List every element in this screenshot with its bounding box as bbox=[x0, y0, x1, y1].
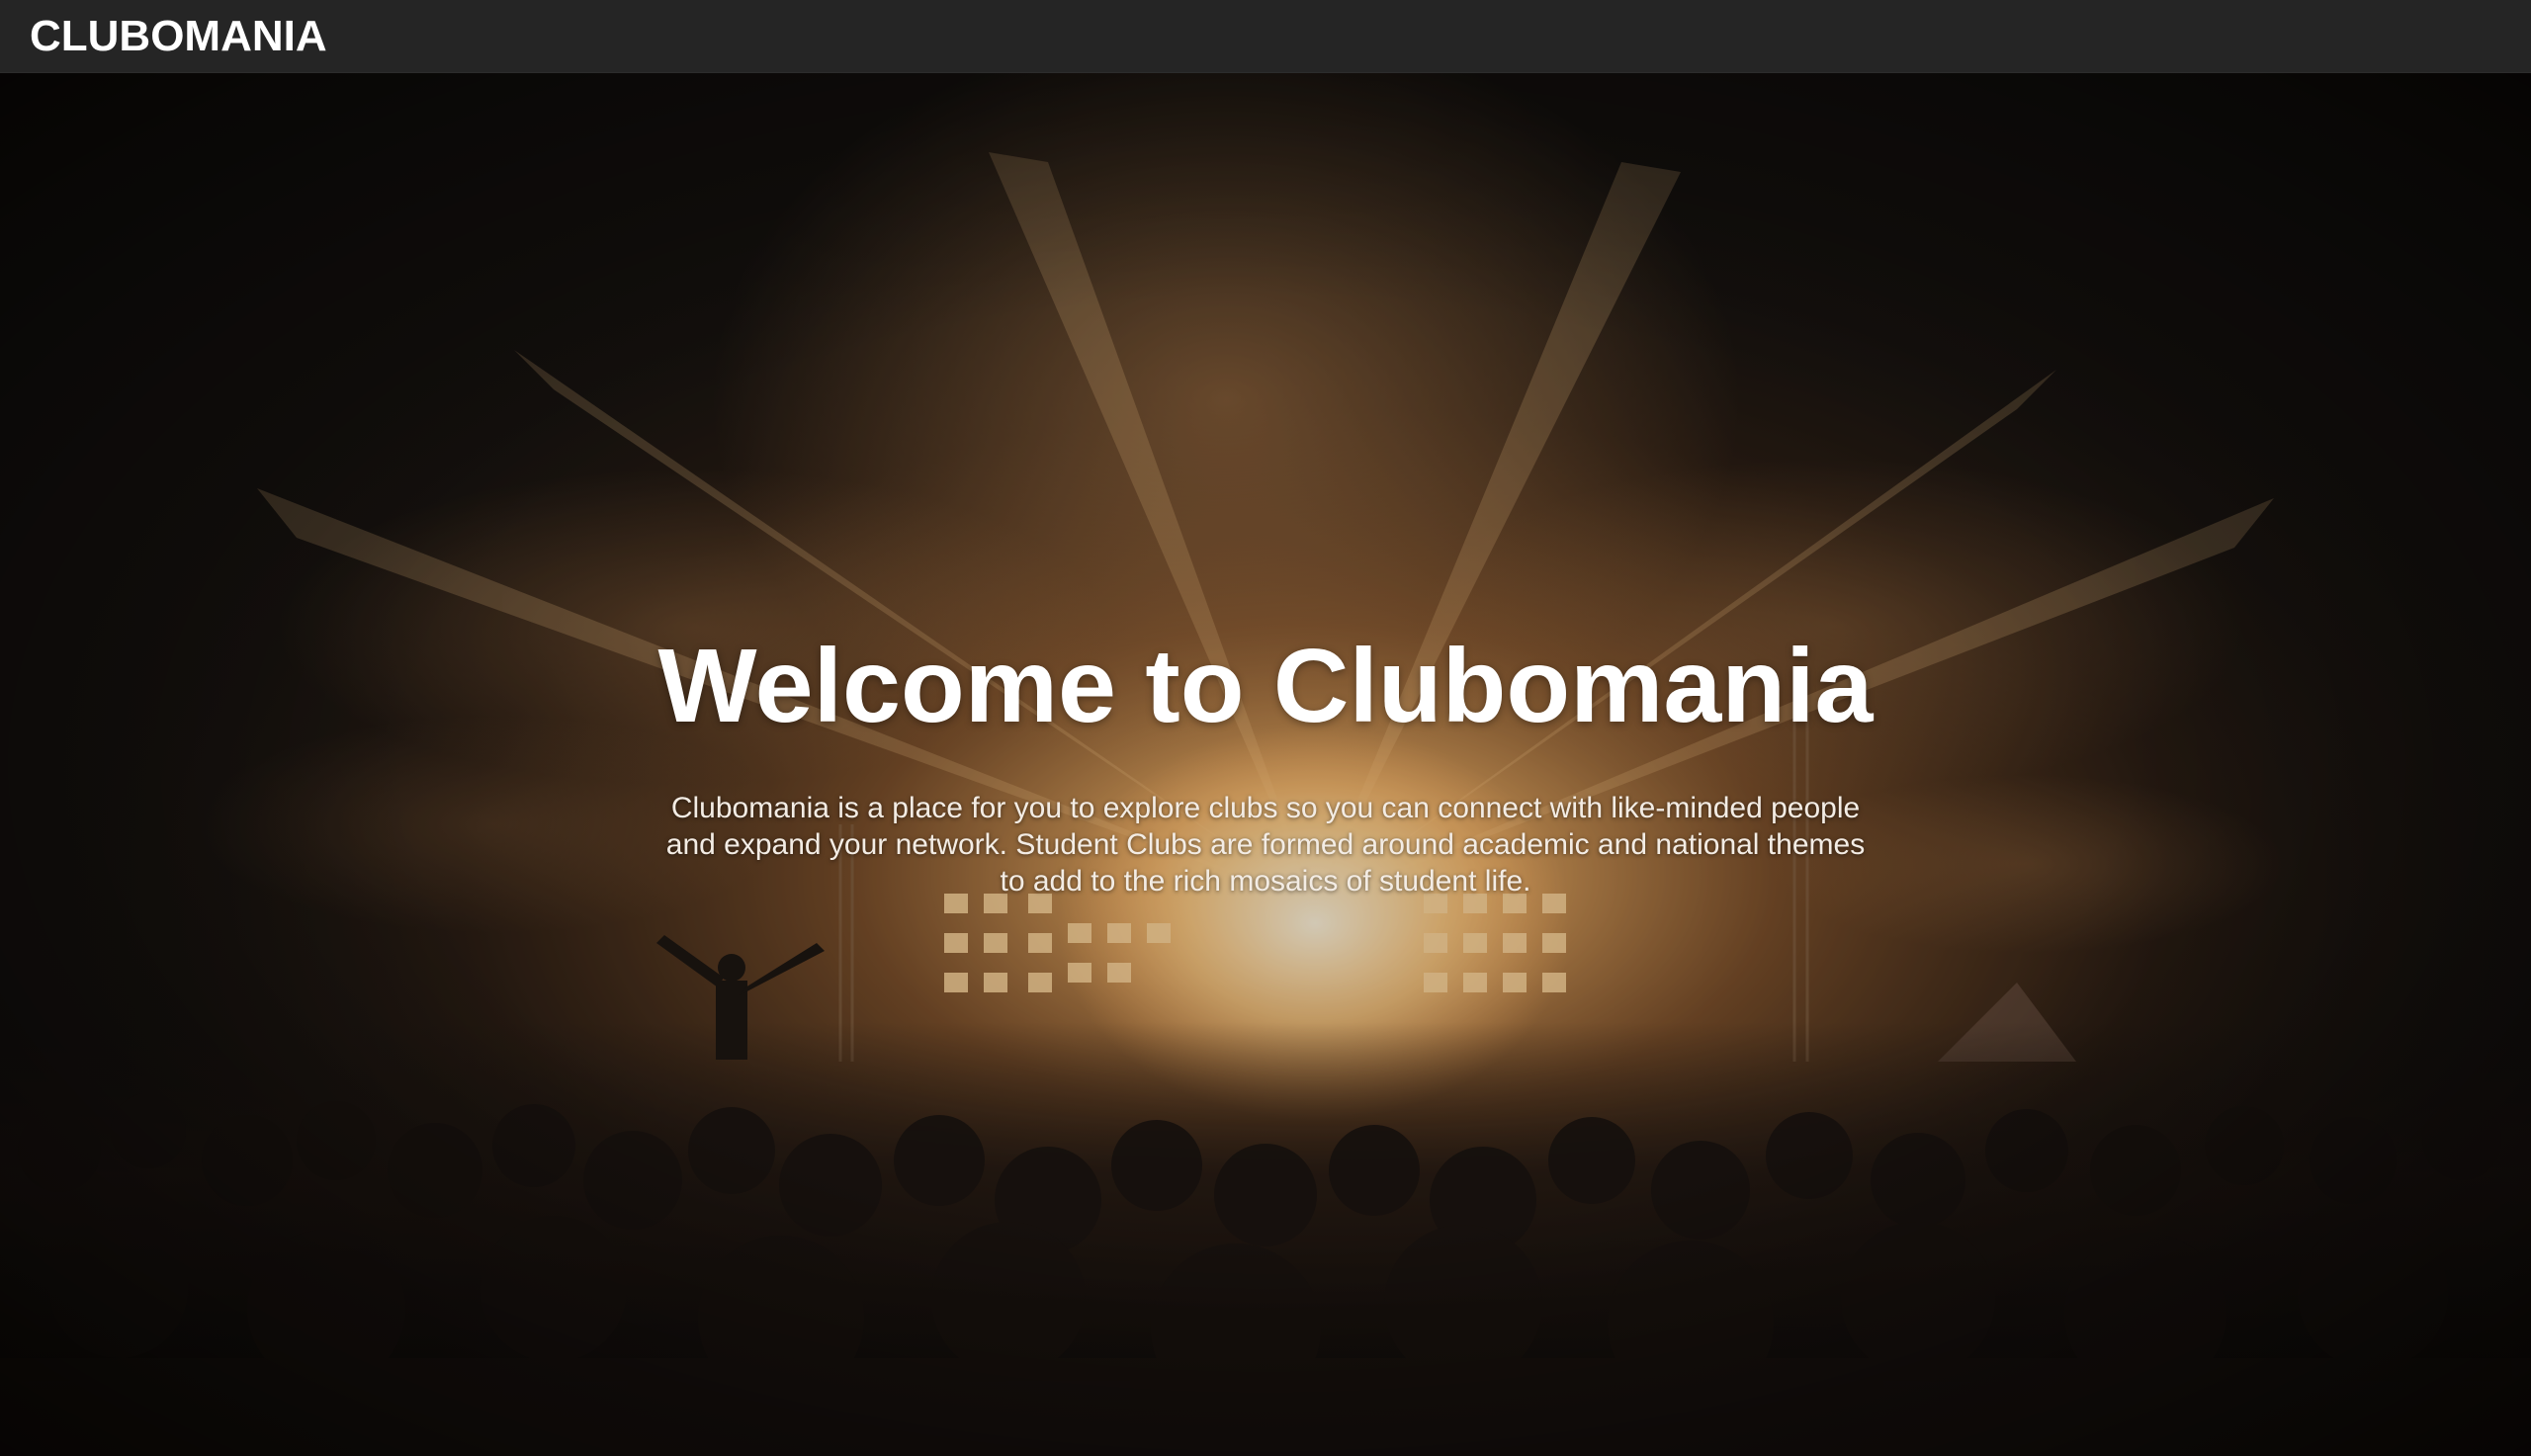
concert-background-image bbox=[0, 73, 2531, 1456]
hero-description: Clubomania is a place for you to explore… bbox=[665, 792, 1866, 898]
hero-title: Welcome to Clubomania bbox=[657, 628, 1874, 744]
brand-logo-text[interactable]: CLUBOMANIA bbox=[30, 12, 327, 61]
top-navbar: CLUBOMANIA bbox=[0, 0, 2531, 73]
hero-section: Welcome to Clubomania Clubomania is a pl… bbox=[0, 73, 2531, 1456]
